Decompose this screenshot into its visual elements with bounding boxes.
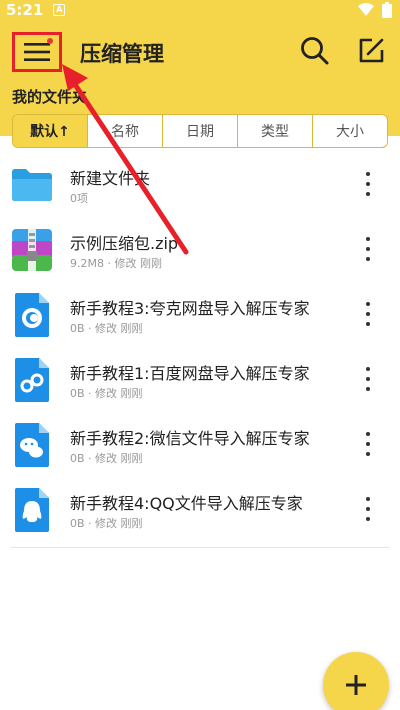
status-bar: 5:21 A bbox=[0, 0, 400, 20]
search-button[interactable] bbox=[298, 34, 332, 68]
sort-tab-name[interactable]: 名称 bbox=[88, 115, 163, 147]
file-meta: 0B · 修改 刚刚 bbox=[70, 452, 143, 465]
menu-button[interactable] bbox=[12, 32, 62, 72]
sort-bar: 默认↑ 名称 日期 类型 大小 bbox=[12, 114, 388, 148]
file-name: 新手教程4:QQ文件导入解压专家 bbox=[70, 494, 303, 513]
list-item[interactable]: 新手教程2:微信文件导入解压专家 0B · 修改 刚刚 bbox=[0, 412, 400, 477]
file-name: 新手教程2:微信文件导入解压专家 bbox=[70, 429, 310, 448]
file-name: 新手教程1:百度网盘导入解压专家 bbox=[70, 364, 310, 383]
file-meta: 0项 bbox=[70, 192, 88, 205]
more-options-button[interactable] bbox=[360, 432, 376, 456]
wechat-doc-icon bbox=[15, 423, 49, 467]
notification-dot bbox=[47, 38, 53, 44]
file-name: 新建文件夹 bbox=[70, 169, 151, 188]
hamburger-menu-icon bbox=[24, 43, 50, 61]
more-options-button[interactable] bbox=[360, 237, 376, 261]
list-item[interactable]: 新建文件夹 0项 bbox=[0, 152, 400, 217]
file-meta: 9.2M8 · 修改 刚刚 bbox=[70, 257, 162, 270]
file-name: 新手教程3:夸克网盘导入解压专家 bbox=[70, 299, 310, 318]
file-meta: 0B · 修改 刚刚 bbox=[70, 517, 143, 530]
more-options-button[interactable] bbox=[360, 497, 376, 521]
qq-doc-icon bbox=[15, 488, 49, 532]
add-button[interactable] bbox=[323, 652, 389, 710]
baidu-doc-icon bbox=[15, 358, 49, 402]
sort-tab-size[interactable]: 大小 bbox=[313, 115, 387, 147]
file-name: 示例压缩包.zip bbox=[70, 234, 179, 253]
notification-a-icon: A bbox=[53, 4, 66, 16]
more-options-button[interactable] bbox=[360, 367, 376, 391]
search-icon bbox=[301, 37, 329, 65]
wifi-icon bbox=[358, 3, 374, 16]
edit-button[interactable] bbox=[354, 34, 388, 68]
sort-tab-type[interactable]: 类型 bbox=[238, 115, 313, 147]
sort-tab-default[interactable]: 默认↑ bbox=[13, 115, 88, 147]
more-options-button[interactable] bbox=[360, 302, 376, 326]
folder-icon bbox=[12, 169, 52, 201]
battery-icon bbox=[382, 2, 392, 18]
more-options-button[interactable] bbox=[360, 172, 376, 196]
list-item[interactable]: 新手教程4:QQ文件导入解压专家 0B · 修改 刚刚 bbox=[0, 477, 400, 542]
breadcrumb[interactable]: 我的文件夹 bbox=[12, 86, 87, 107]
list-item[interactable]: 示例压缩包.zip 9.2M8 · 修改 刚刚 bbox=[0, 217, 400, 282]
quark-doc-icon bbox=[15, 293, 49, 337]
list-item[interactable]: 新手教程3:夸克网盘导入解压专家 0B · 修改 刚刚 bbox=[0, 282, 400, 347]
file-meta: 0B · 修改 刚刚 bbox=[70, 322, 143, 335]
plus-icon bbox=[346, 675, 366, 695]
page-title: 压缩管理 bbox=[80, 42, 164, 66]
file-list: 新建文件夹 0项 示例压缩包.zip 9.2M8 · 修改 刚刚 新手教程3:夸… bbox=[0, 152, 400, 542]
list-divider bbox=[10, 547, 390, 548]
edit-icon bbox=[359, 38, 384, 63]
file-meta: 0B · 修改 刚刚 bbox=[70, 387, 143, 400]
zip-archive-icon bbox=[12, 229, 52, 271]
list-item[interactable]: 新手教程1:百度网盘导入解压专家 0B · 修改 刚刚 bbox=[0, 347, 400, 412]
status-time: 5:21 bbox=[6, 1, 44, 19]
sort-tab-date[interactable]: 日期 bbox=[163, 115, 238, 147]
